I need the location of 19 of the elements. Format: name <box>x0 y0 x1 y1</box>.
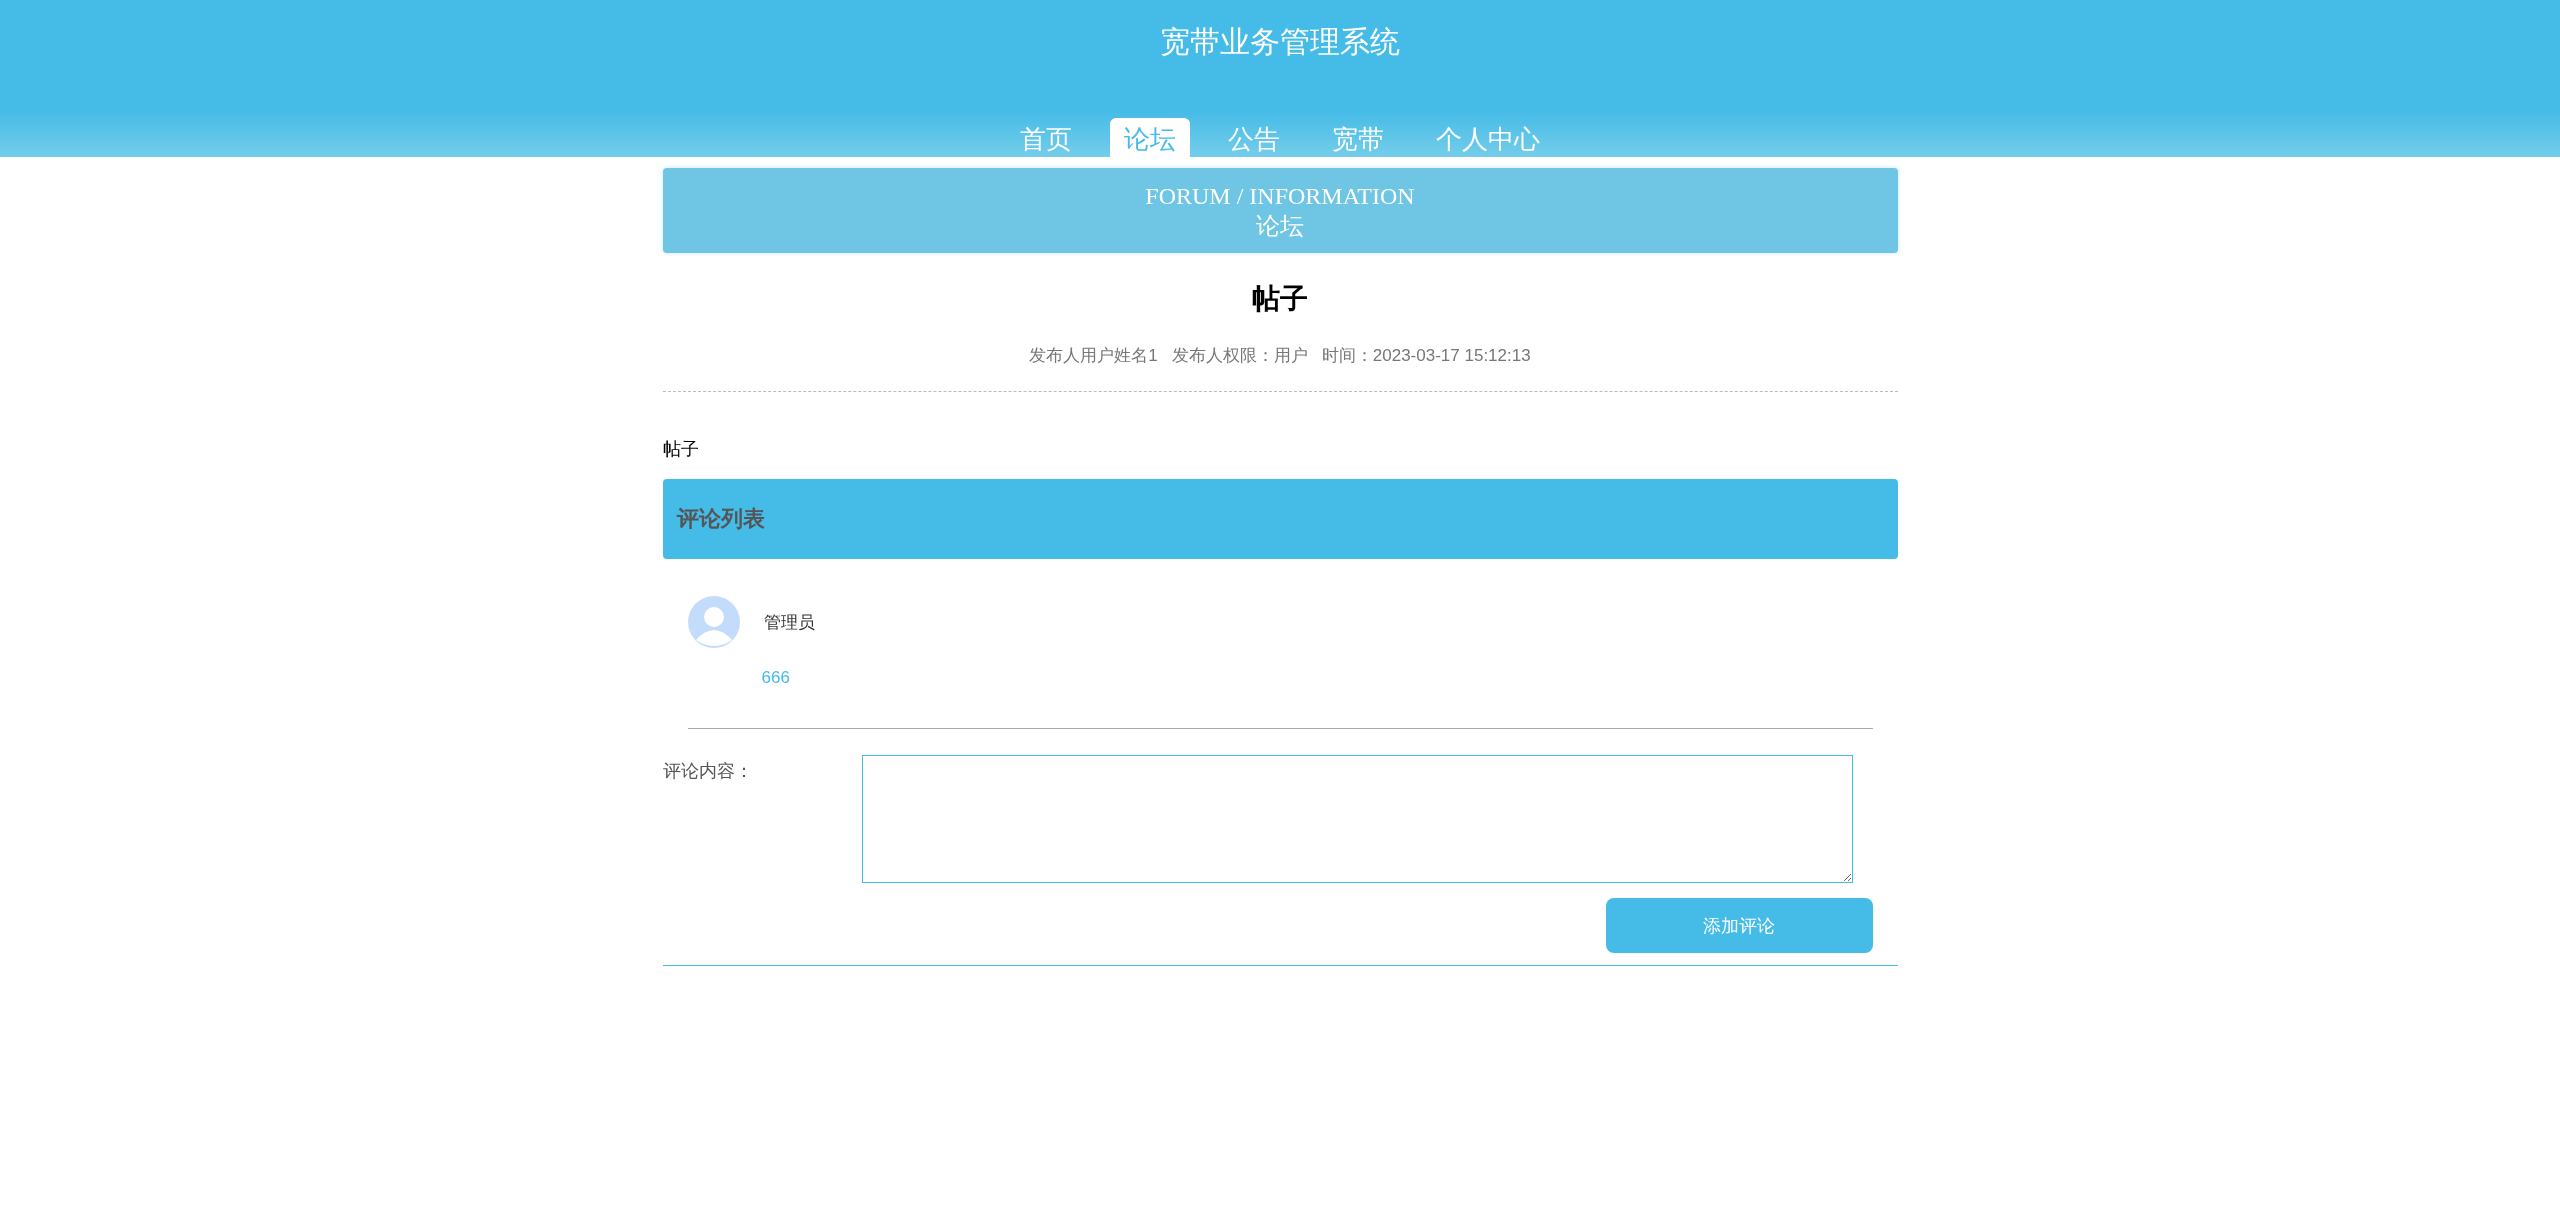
post-title: 帖子 <box>1251 282 1309 316</box>
nav-link[interactable]: 宽带 <box>1318 118 1398 161</box>
site-title: 宽带业务管理系统 <box>1160 24 1400 60</box>
nav-link[interactable]: 个人中心 <box>1422 118 1554 161</box>
comment-list-heading: 评论列表 <box>676 505 765 533</box>
add-comment-button[interactable]: 添加评论 <box>1605 898 1873 953</box>
comment-author: 管理员 <box>763 611 815 634</box>
banner-subtitle: FORUM / INFORMATION <box>1145 181 1415 211</box>
post-meta: 时间：2023-03-17 15:12:13 <box>1321 345 1531 367</box>
nav-link[interactable]: 首页 <box>1006 118 1086 161</box>
avatar-icon <box>687 596 740 648</box>
comment-text: 666 <box>761 668 791 688</box>
post-content: 帖子 <box>662 438 700 461</box>
banner-title: 论坛 <box>1256 211 1304 241</box>
post-meta: 发布人用户姓名1 <box>1029 345 1158 367</box>
nav-link[interactable]: 公告 <box>1214 118 1294 161</box>
comment-label: 评论内容： <box>662 760 754 783</box>
post-meta: 发布人权限：用户 <box>1171 345 1308 367</box>
comment-input-field[interactable] <box>861 755 1853 883</box>
